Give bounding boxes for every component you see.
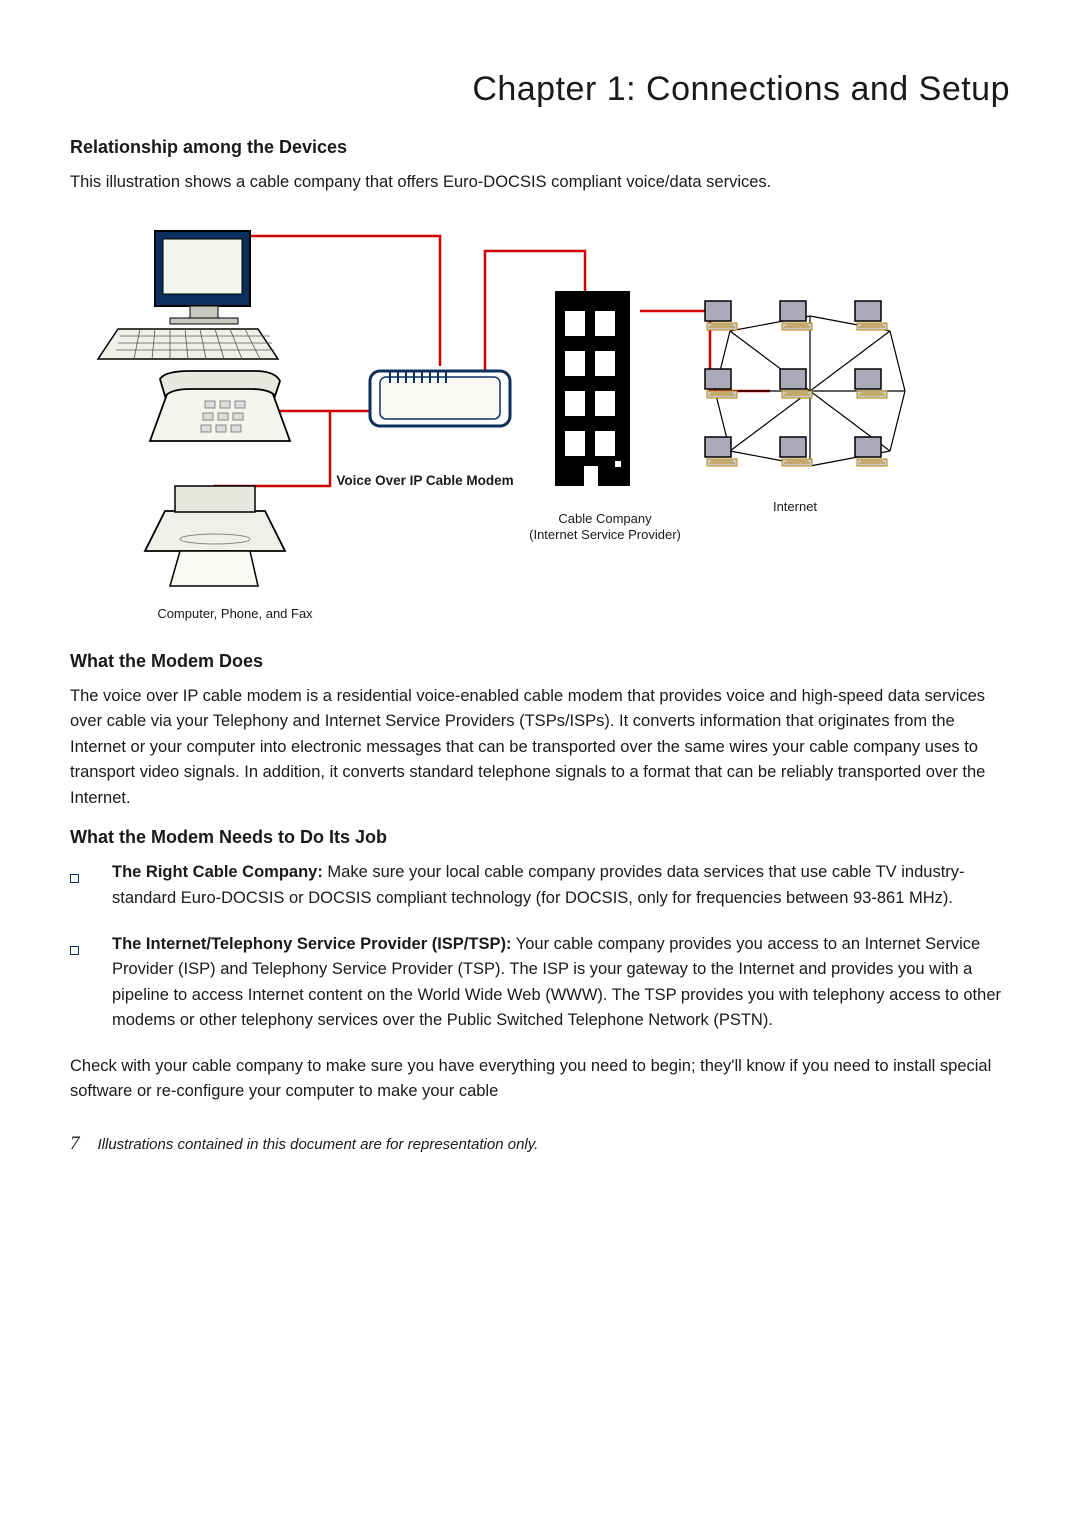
phone-icon	[150, 371, 290, 441]
bullet-square-icon	[70, 932, 112, 1034]
list-item: The Right Cable Company: Make sure your …	[70, 860, 1010, 911]
caption-modem: Voice Over IP Cable Modem	[310, 473, 540, 488]
section1-intro: This illustration shows a cable company …	[70, 170, 1010, 196]
internet-grid-icon	[705, 301, 905, 466]
list-item-lead: The Internet/Telephony Service Provider …	[112, 935, 511, 953]
caption-devices: Computer, Phone, and Fax	[135, 606, 335, 621]
diagram-svg	[80, 221, 1000, 621]
section-heading-modem-does: What the Modem Does	[70, 651, 1010, 672]
caption-internet: Internet	[735, 499, 855, 514]
footer-note: Illustrations contained in this document…	[98, 1136, 539, 1153]
list-item-content: The Internet/Telephony Service Provider …	[112, 932, 1010, 1034]
caption-isp-line2: (Internet Service Provider)	[529, 527, 681, 542]
section-heading-relationship: Relationship among the Devices	[70, 137, 1010, 158]
computer-icon	[98, 231, 278, 359]
modem-icon	[370, 371, 510, 426]
list-item: The Internet/Telephony Service Provider …	[70, 932, 1010, 1034]
chapter-title: Chapter 1: Connections and Setup	[70, 70, 1010, 109]
list-item-lead: The Right Cable Company:	[112, 863, 323, 881]
section-heading-modem-needs: What the Modem Needs to Do Its Job	[70, 827, 1010, 848]
bullet-square-icon	[70, 860, 112, 911]
requirements-list: The Right Cable Company: Make sure your …	[70, 860, 1010, 1033]
page-footer: 7 Illustrations contained in this docume…	[70, 1133, 1010, 1155]
network-diagram: Computer, Phone, and Fax Voice Over IP C…	[80, 221, 1000, 621]
caption-isp-line1: Cable Company	[558, 511, 651, 526]
caption-isp: Cable Company (Internet Service Provider…	[495, 511, 715, 545]
section3-followup: Check with your cable company to make su…	[70, 1054, 1010, 1105]
printer-icon	[145, 486, 285, 586]
section2-body: The voice over IP cable modem is a resid…	[70, 684, 1010, 812]
page-number: 7	[70, 1133, 80, 1155]
list-item-content: The Right Cable Company: Make sure your …	[112, 860, 1010, 911]
building-icon	[555, 291, 630, 486]
